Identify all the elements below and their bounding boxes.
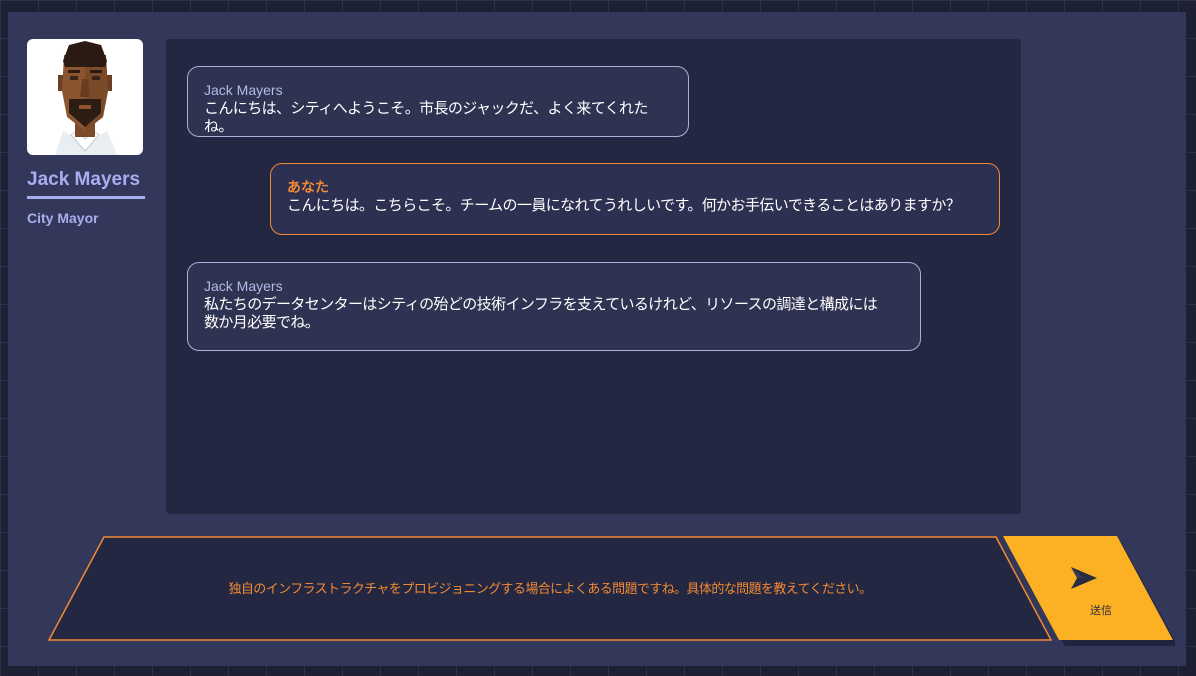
message-bubble-npc: Jack Mayers こんにちは、シティへようこそ。市長のジャックだ、よく来て… xyxy=(187,66,689,137)
send-arrow-icon xyxy=(1071,567,1097,589)
npc-role: City Mayor xyxy=(27,210,99,226)
npc-avatar xyxy=(27,39,143,155)
chat-log[interactable]: Jack Mayers こんにちは、シティへようこそ。市長のジャックだ、よく来て… xyxy=(166,39,1021,514)
message-speaker: Jack Mayers xyxy=(204,82,283,98)
message-speaker: Jack Mayers xyxy=(204,278,283,294)
message-bubble-player: あなた こんにちは。こちらこそ。チームの一員になれてうれしいです。何かお手伝いで… xyxy=(270,163,1000,235)
message-bubble-npc: Jack Mayers 私たちのデータセンターはシティの殆どの技術インフラを支え… xyxy=(187,262,921,351)
message-text: こんにちは、シティへようこそ。市長のジャックだ、よく来てくれたね。 xyxy=(204,99,648,135)
message-text: 私たちのデータセンターはシティの殆どの技術インフラを支えているけれど、リソースの… xyxy=(204,295,878,331)
message-speaker: あなた xyxy=(287,179,329,195)
reply-input[interactable]: 独自のインフラストラクチャをプロビジョニングする場合によくある問題ですね。具体的… xyxy=(120,578,980,597)
send-label: 送信 xyxy=(1090,604,1112,617)
npc-name: Jack Mayers xyxy=(27,169,145,199)
message-text: こんにちは。こちらこそ。チームの一員になれてうれしいです。何かお手伝いできること… xyxy=(287,196,961,214)
send-button[interactable]: 送信 xyxy=(1003,536,1175,646)
